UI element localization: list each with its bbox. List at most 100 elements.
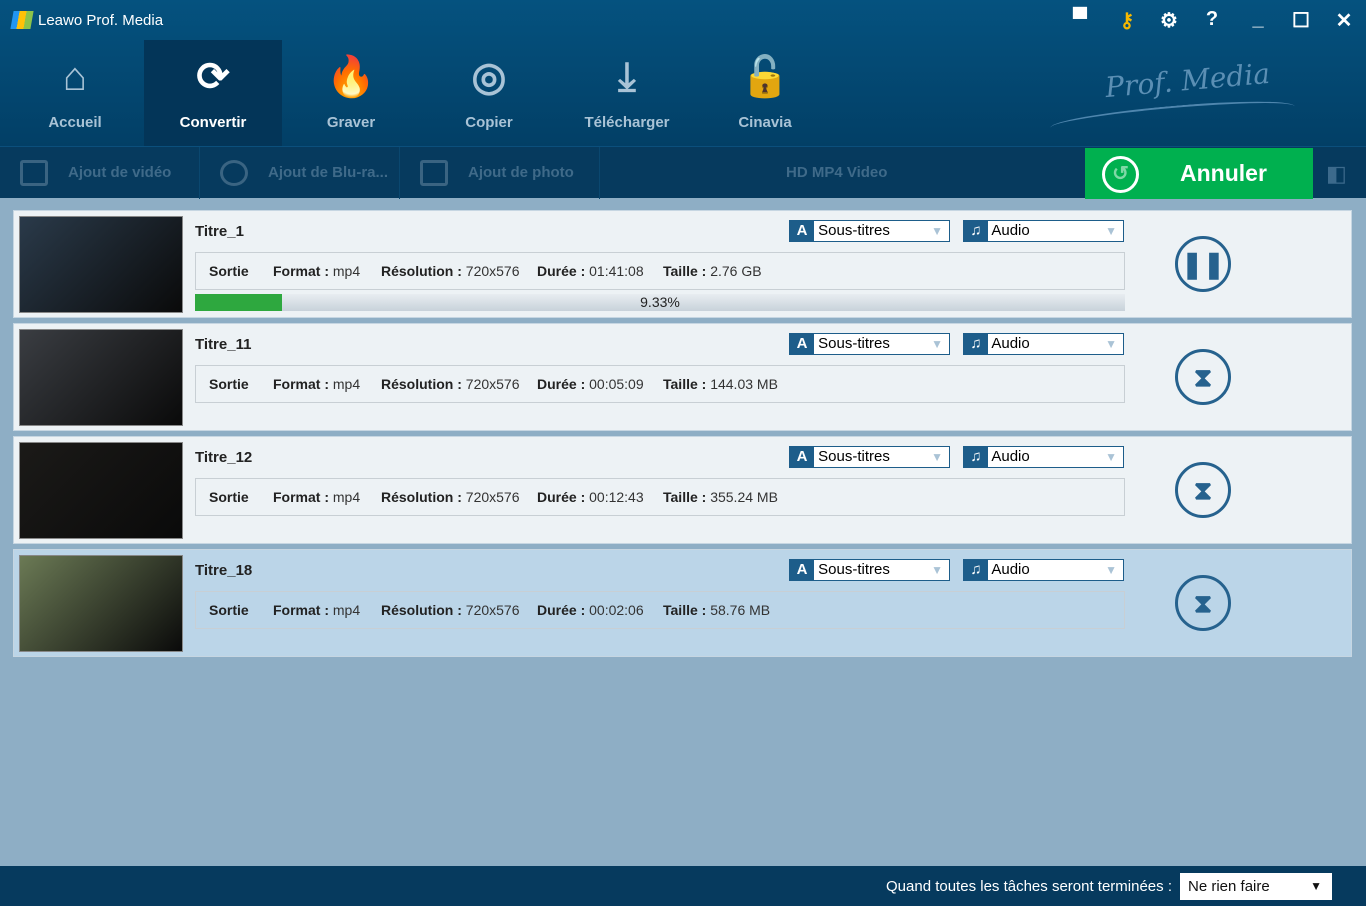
hourglass-icon: ⧗ xyxy=(1175,349,1231,405)
format-value: mp4 xyxy=(332,263,361,279)
subtitles-dropdown[interactable]: A Sous-titres ▼ xyxy=(789,220,950,242)
output-info: Sortie Format : mp4 Résolution : 720x576… xyxy=(195,591,1125,629)
output-label: Sortie xyxy=(209,263,249,279)
hourglass-icon: ⧗ xyxy=(1175,575,1231,631)
music-icon: ♫ xyxy=(964,560,988,580)
music-icon: ♫ xyxy=(964,221,988,241)
add-bluray-label: Ajout de Blu-ra... xyxy=(268,164,388,181)
resolution-label: Résolution : xyxy=(381,602,462,618)
nav-icon: ⌂ xyxy=(62,55,88,99)
task-row[interactable]: Titre_18 A Sous-titres ▼ ♫ Audio ▼ Sortie … xyxy=(13,549,1352,657)
app-title: Leawo Prof. Media xyxy=(38,12,164,29)
nav-cinavia[interactable]: 🔓 Cinavia xyxy=(696,40,834,146)
gear-icon[interactable]: ⚙ xyxy=(1154,8,1184,33)
nav-graver[interactable]: 🔥 Graver xyxy=(282,40,420,146)
duration-value: 00:05:09 xyxy=(589,376,644,392)
subtitles-value: Sous-titres xyxy=(818,448,890,465)
key-icon[interactable]: ⚷ xyxy=(1112,8,1142,33)
subtitles-dropdown[interactable]: A Sous-titres ▼ xyxy=(789,333,950,355)
maximize-button[interactable]: ☐ xyxy=(1286,8,1316,33)
task-row[interactable]: Titre_1 A Sous-titres ▼ ♫ Audio ▼ Sortie F… xyxy=(13,210,1352,318)
chevron-down-icon: ▼ xyxy=(1105,450,1117,464)
subtitles-value: Sous-titres xyxy=(818,222,890,239)
chevron-down-icon: ▼ xyxy=(931,224,943,238)
resolution-value: 720x576 xyxy=(465,376,520,392)
minimize-button[interactable]: _ xyxy=(1243,8,1273,31)
output-profile[interactable]: HD MP4 Video xyxy=(786,147,887,199)
task-title: Titre_1 xyxy=(195,223,244,240)
nav-icon: ⤓ xyxy=(618,55,636,99)
nav-télécharger[interactable]: ⤓ Télécharger xyxy=(558,40,696,146)
task-title: Titre_11 xyxy=(195,336,252,353)
audio-value: Audio xyxy=(991,561,1030,578)
size-value: 58.76 MB xyxy=(710,602,771,618)
nav-label: Convertir xyxy=(179,114,247,131)
output-label: Sortie xyxy=(209,489,249,505)
nav-convertir[interactable]: ⟳ Convertir xyxy=(144,40,282,146)
pause-button[interactable]: ❚❚ xyxy=(1175,236,1231,292)
format-label: Format : xyxy=(273,602,329,618)
duration-value: 01:41:08 xyxy=(589,263,644,279)
subtitle-icon: A xyxy=(790,560,814,580)
audio-value: Audio xyxy=(991,335,1030,352)
format-label: Format : xyxy=(273,489,329,505)
cancel-button[interactable]: ↺ Annuler xyxy=(1085,148,1313,199)
add-bluray-button[interactable]: Ajout de Blu-ra... xyxy=(200,147,400,199)
footer: Quand toutes les tâches seront terminées… xyxy=(0,866,1366,906)
audio-dropdown[interactable]: ♫ Audio ▼ xyxy=(963,559,1124,581)
size-value: 355.24 MB xyxy=(710,489,778,505)
audio-dropdown[interactable]: ♫ Audio ▼ xyxy=(963,333,1124,355)
size-value: 144.03 MB xyxy=(710,376,778,392)
chevron-down-icon: ▼ xyxy=(1310,879,1322,893)
output-label: Sortie xyxy=(209,376,249,392)
after-tasks-select[interactable]: Ne rien faire ▼ xyxy=(1180,873,1332,900)
progress-bar: 9.33% xyxy=(195,294,1125,311)
hourglass-icon: ⧗ xyxy=(1175,462,1231,518)
nav-icon: ◎ xyxy=(471,55,507,99)
size-label: Taille : xyxy=(663,263,707,279)
subtitles-value: Sous-titres xyxy=(818,561,890,578)
subtitles-value: Sous-titres xyxy=(818,335,890,352)
feedback-icon[interactable]: ▀ xyxy=(1065,8,1095,31)
layout-toggle-icon[interactable]: ◧ xyxy=(1326,161,1352,187)
nav-accueil[interactable]: ⌂ Accueil xyxy=(6,40,144,146)
subtitles-dropdown[interactable]: A Sous-titres ▼ xyxy=(789,446,950,468)
add-photo-label: Ajout de photo xyxy=(468,164,574,181)
add-photo-button[interactable]: Ajout de photo xyxy=(400,147,600,199)
audio-dropdown[interactable]: ♫ Audio ▼ xyxy=(963,446,1124,468)
chevron-down-icon: ▼ xyxy=(931,563,943,577)
nav-label: Cinavia xyxy=(738,114,792,131)
chevron-down-icon: ▼ xyxy=(931,337,943,351)
task-row[interactable]: Titre_11 A Sous-titres ▼ ♫ Audio ▼ Sortie … xyxy=(13,323,1352,431)
add-video-label: Ajout de vidéo xyxy=(68,164,172,181)
audio-dropdown[interactable]: ♫ Audio ▼ xyxy=(963,220,1124,242)
output-info: Sortie Format : mp4 Résolution : 720x576… xyxy=(195,478,1125,516)
task-title: Titre_12 xyxy=(195,449,253,466)
nav-icon: ⟳ xyxy=(196,55,230,99)
subtitle-icon: A xyxy=(790,221,814,241)
task-title: Titre_18 xyxy=(195,562,253,579)
output-label: Sortie xyxy=(209,602,249,618)
resolution-label: Résolution : xyxy=(381,489,462,505)
resolution-value: 720x576 xyxy=(465,602,520,618)
format-value: mp4 xyxy=(332,489,361,505)
duration-label: Durée : xyxy=(537,489,586,505)
output-info: Sortie Format : mp4 Résolution : 720x576… xyxy=(195,252,1125,290)
brand-logo: Prof. Media xyxy=(1103,56,1272,105)
add-video-button[interactable]: Ajout de vidéo xyxy=(0,147,200,199)
format-value: mp4 xyxy=(332,376,361,392)
size-label: Taille : xyxy=(663,602,707,618)
subtitles-dropdown[interactable]: A Sous-titres ▼ xyxy=(789,559,950,581)
close-button[interactable]: ✕ xyxy=(1329,8,1359,33)
format-label: Format : xyxy=(273,376,329,392)
task-row[interactable]: Titre_12 A Sous-titres ▼ ♫ Audio ▼ Sortie … xyxy=(13,436,1352,544)
nav-copier[interactable]: ◎ Copier xyxy=(420,40,558,146)
video-thumbnail xyxy=(19,329,183,426)
subtitle-icon: A xyxy=(790,334,814,354)
nav-label: Graver xyxy=(326,114,376,131)
photo-add-icon xyxy=(420,160,448,187)
header: Leawo Prof. Media ▀ ⚷ ⚙ ? _ ☐ ✕ ⌂ Accueil… xyxy=(0,0,1366,146)
help-icon[interactable]: ? xyxy=(1197,8,1227,31)
resolution-value: 720x576 xyxy=(465,263,520,279)
format-label: Format : xyxy=(273,263,329,279)
